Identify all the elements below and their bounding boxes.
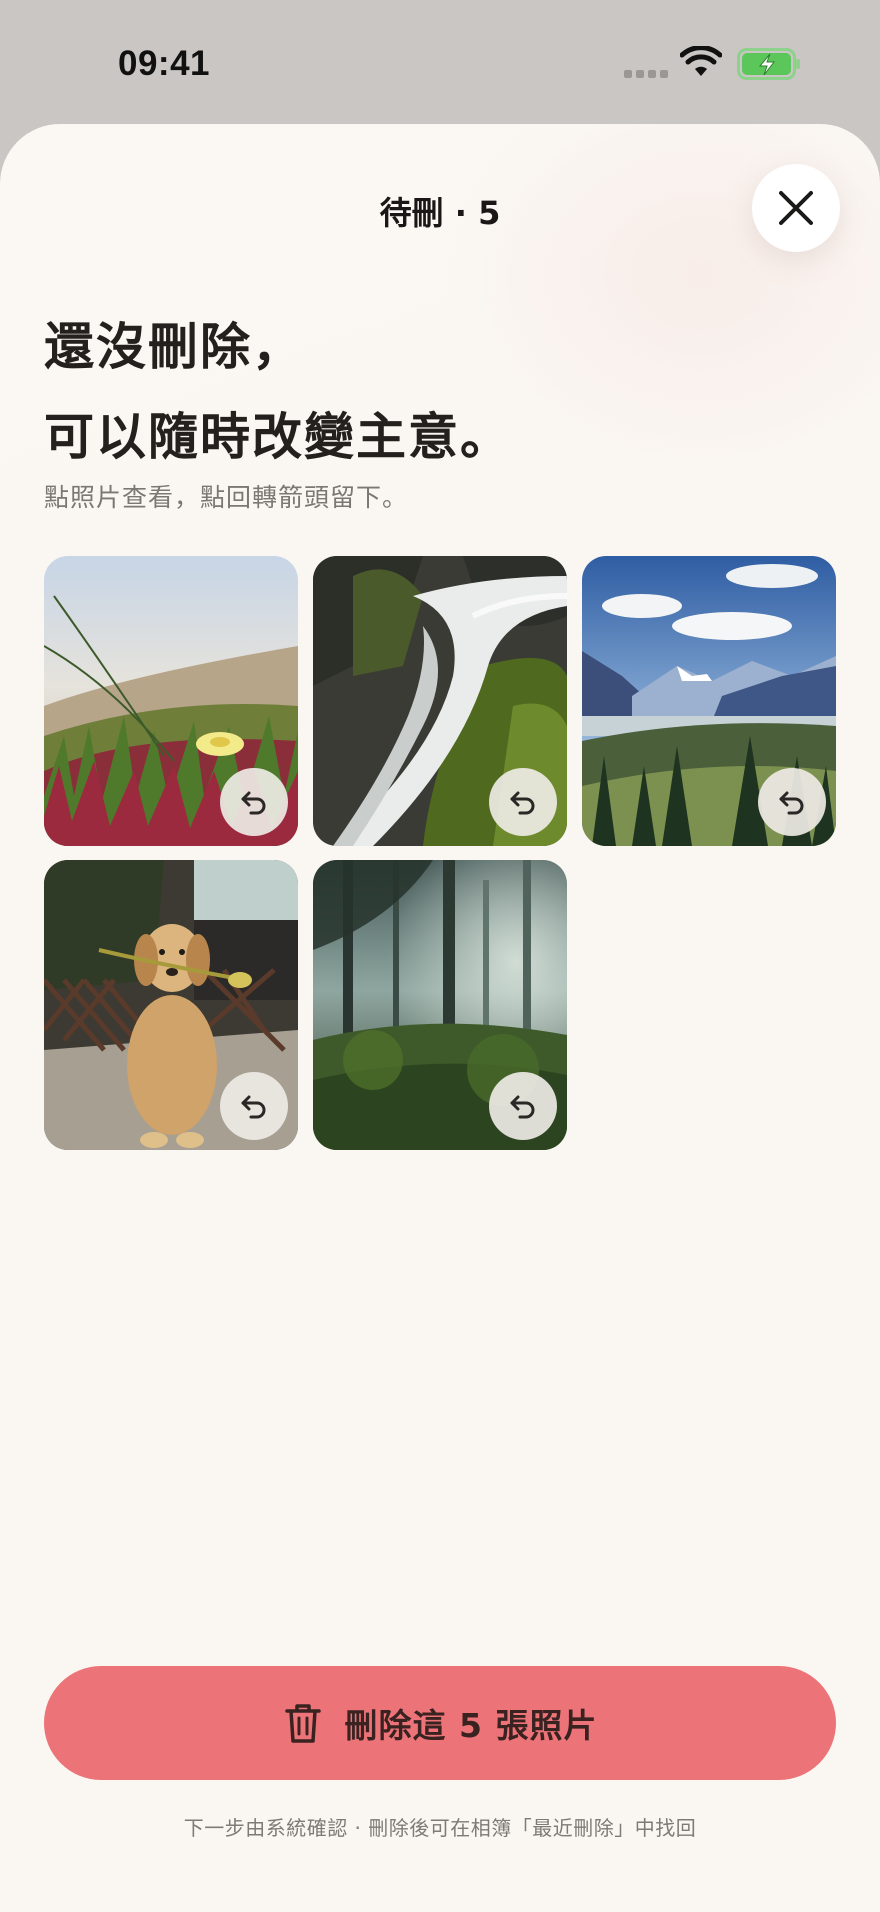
photo-thumbnail[interactable] — [313, 556, 567, 846]
restore-button[interactable] — [489, 768, 557, 836]
delete-photos-button[interactable]: 刪除這 5 張照片 — [44, 1666, 836, 1780]
trash-icon — [284, 1704, 321, 1743]
close-button[interactable] — [752, 164, 840, 252]
photo-thumbnail[interactable] — [44, 860, 298, 1150]
photo-thumbnail[interactable] — [44, 556, 298, 846]
headline-line-2: 可以隨時改變主意。 — [44, 408, 512, 466]
close-icon — [779, 191, 813, 225]
photo-thumbnail[interactable] — [313, 860, 567, 1150]
sheet-title: 待刪 · 5 — [379, 194, 501, 232]
headline-line-1: 還沒刪除， — [44, 318, 304, 376]
headline: 還沒刪除， 可以隨時改變主意。 — [44, 302, 512, 482]
undo-arrow-icon — [241, 791, 266, 815]
undo-arrow-icon — [510, 791, 535, 815]
wifi-icon — [680, 46, 722, 76]
battery-charging-icon — [737, 48, 800, 80]
undo-arrow-icon — [510, 1095, 535, 1119]
photo-thumbnail[interactable] — [582, 556, 836, 846]
photo-grid — [44, 556, 836, 1150]
restore-button[interactable] — [758, 768, 826, 836]
undo-arrow-icon — [241, 1095, 266, 1119]
subtitle: 點照片查看，點回轉箭頭留下。 — [44, 483, 409, 512]
pending-delete-sheet: 待刪 · 5 還沒刪除， 可以隨時改變主意。 點照片查看，點回轉箭頭留下。 刪除… — [0, 124, 880, 1912]
restore-button[interactable] — [220, 1072, 288, 1140]
restore-button[interactable] — [489, 1072, 557, 1140]
status-time: 09:41 — [118, 44, 211, 83]
undo-arrow-icon — [779, 791, 804, 815]
footnote: 下一步由系統確認 · 刪除後可在相簿「最近刪除」中找回 — [183, 1816, 697, 1840]
cellular-signal-icon — [624, 70, 670, 78]
restore-button[interactable] — [220, 768, 288, 836]
status-bar: 09:41 — [0, 0, 880, 124]
delete-button-label: 刪除這 5 張照片 — [344, 1706, 598, 1745]
